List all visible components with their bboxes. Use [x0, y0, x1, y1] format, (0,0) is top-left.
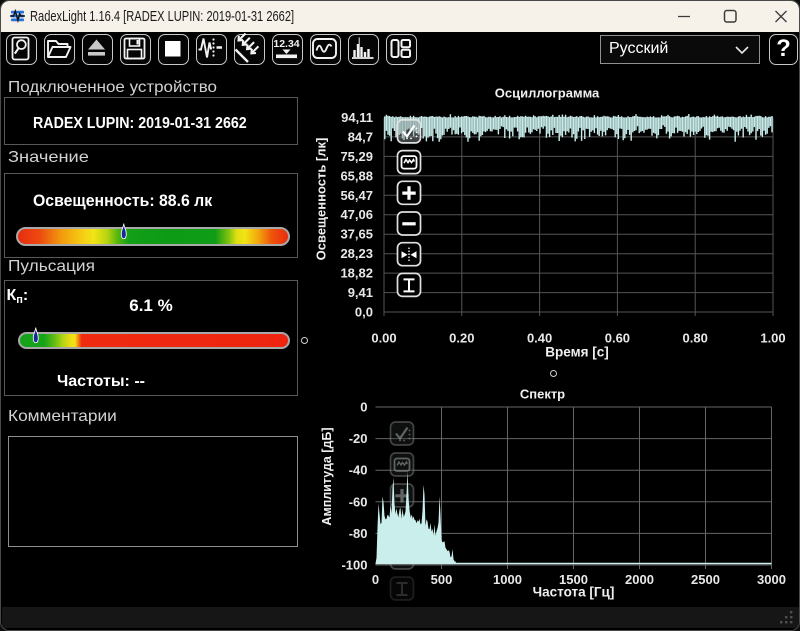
svg-text:65,88: 65,88: [340, 168, 373, 183]
svg-text:Спектр: Спектр: [520, 387, 565, 402]
svg-text:0.80: 0.80: [683, 331, 708, 346]
svg-text:75,29: 75,29: [340, 149, 373, 164]
svg-text:1000: 1000: [493, 572, 522, 587]
svg-text:Осциллограмма: Осциллограмма: [495, 86, 600, 101]
svg-text:9,41: 9,41: [348, 285, 373, 300]
svg-text:Освещенность [лк]: Освещенность [лк]: [314, 138, 329, 261]
svg-text:3000: 3000: [757, 572, 786, 587]
svg-text:0.40: 0.40: [527, 331, 552, 346]
svg-text:Амплитуда [дБ]: Амплитуда [дБ]: [320, 427, 334, 525]
svg-text:18,82: 18,82: [340, 266, 373, 281]
svg-text:-60: -60: [349, 494, 368, 509]
svg-text:2500: 2500: [691, 572, 720, 587]
svg-text:28,23: 28,23: [340, 246, 373, 261]
svg-text:12.34: 12.34: [273, 38, 299, 50]
svg-text:84,7: 84,7: [348, 129, 373, 144]
svg-text:94,11: 94,11: [341, 110, 373, 125]
svg-text:-40: -40: [349, 463, 368, 478]
svg-text:Частота [Гц]: Частота [Гц]: [533, 585, 615, 600]
svg-text:37,65: 37,65: [340, 227, 373, 242]
svg-text:-100: -100: [341, 558, 367, 573]
svg-text:47,06: 47,06: [340, 207, 373, 222]
svg-text:0: 0: [360, 400, 367, 415]
svg-text:1.00: 1.00: [760, 331, 785, 346]
svg-text:0.60: 0.60: [605, 331, 630, 346]
svg-text:0.20: 0.20: [449, 331, 474, 346]
svg-text:0: 0: [372, 572, 379, 587]
svg-text:-80: -80: [349, 526, 368, 541]
svg-text:0,0: 0,0: [355, 305, 373, 320]
svg-text:0.00: 0.00: [371, 331, 396, 346]
svg-text:-20: -20: [349, 431, 368, 446]
svg-text:500: 500: [431, 572, 453, 587]
svg-text:56,47: 56,47: [340, 188, 373, 203]
svg-text:Время [с]: Время [с]: [545, 345, 608, 360]
svg-text:2000: 2000: [625, 572, 654, 587]
